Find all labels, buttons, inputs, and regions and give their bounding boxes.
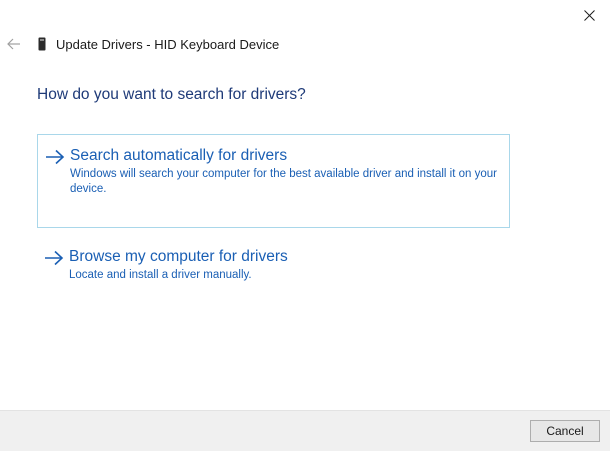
- arrow-right-icon: [45, 250, 64, 266]
- dialog-footer: Cancel: [0, 410, 610, 451]
- back-button[interactable]: [4, 34, 24, 54]
- option-description: Locate and install a driver manually.: [69, 269, 252, 281]
- cancel-button[interactable]: Cancel: [530, 420, 600, 442]
- option-description: Windows will search your computer for th…: [70, 168, 497, 195]
- back-arrow-icon: [7, 38, 20, 50]
- update-drivers-dialog: Update Drivers - HID Keyboard Device How…: [0, 0, 610, 451]
- option-title: Browse my computer for drivers: [69, 248, 288, 265]
- keyboard-device-icon: [38, 37, 46, 51]
- arrow-right-icon: [46, 149, 65, 165]
- option-title: Search automatically for drivers: [70, 147, 288, 164]
- page-heading: How do you want to search for drivers?: [37, 86, 306, 103]
- dialog-title: Update Drivers - HID Keyboard Device: [56, 37, 280, 52]
- browse-computer-option[interactable]: Browse my computer for drivers Locate an…: [37, 238, 510, 296]
- close-button[interactable]: [574, 2, 604, 28]
- close-icon: [583, 9, 595, 21]
- search-automatically-option[interactable]: Search automatically for drivers Windows…: [37, 134, 510, 228]
